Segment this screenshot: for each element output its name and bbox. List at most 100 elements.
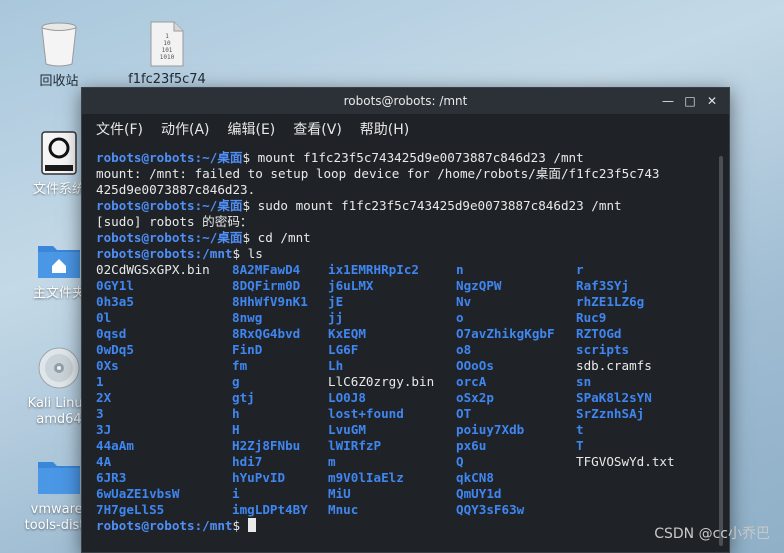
directory-entry: oSx2p — [456, 390, 494, 405]
menu-edit[interactable]: 编辑(E) — [228, 119, 276, 139]
directory-entry: H2Zj8FNbu — [232, 438, 301, 453]
directory-entry: 0h3a5 — [96, 294, 134, 309]
prompt-path: :~/桌面 — [194, 198, 243, 213]
prompt-path: :/mnt — [194, 246, 233, 261]
directory-entry: rhZE1LZ6g — [576, 294, 645, 309]
prompt-path: :/mnt — [194, 518, 233, 533]
prompt-path: :~/桌面 — [194, 230, 243, 245]
directory-entry: Raf3SYj — [576, 278, 630, 293]
prompt-user: robots@robots — [96, 198, 195, 213]
directory-entry: jj — [328, 310, 344, 325]
prompt-user: robots@robots — [96, 246, 195, 261]
directory-entry: QQY3sF63w — [456, 502, 525, 517]
prompt-user: robots@robots — [96, 518, 195, 533]
directory-entry: OT — [456, 406, 472, 421]
ls-column: 02CdWGSxGPX.bin 0GY1l 0h3a5 0l 0qsd 0wDq5 0Xs 1… — [96, 262, 210, 518]
terminal-window[interactable]: robots@robots: /mnt — □ ✕ 文件(F) 动作(A) 编辑… — [81, 87, 730, 553]
directory-entry: SrZznhSAj — [576, 406, 645, 421]
directory-entry: t — [576, 422, 584, 437]
terminal-line: robots@robots:~/桌面$ sudo mount f1fc23f5c… — [96, 198, 716, 214]
directory-entry: lost+found — [328, 406, 404, 421]
directory-entry: H — [232, 422, 240, 437]
directory-entry: h — [232, 406, 240, 421]
close-button[interactable]: ✕ — [701, 94, 723, 108]
terminal-line: robots@robots:~/桌面$ cd /mnt — [96, 230, 716, 246]
directory-entry: 8HhWfV9nK1 — [232, 294, 308, 309]
directory-entry: o8 — [456, 342, 472, 357]
directory-entry: LG6F — [328, 342, 359, 357]
directory-entry: 8RxQG4bvd — [232, 326, 301, 341]
text-cursor — [247, 518, 256, 532]
prompt-user: robots@robots — [96, 150, 195, 165]
maximize-button[interactable]: □ — [679, 94, 701, 108]
directory-entry: hdi7 — [232, 454, 263, 469]
directory-entry: m9V0lIaElz — [328, 470, 404, 485]
directory-entry: 3 — [96, 406, 104, 421]
title-bar[interactable]: robots@robots: /mnt — □ ✕ — [82, 88, 729, 114]
directory-entry: 0qsd — [96, 326, 127, 341]
directory-entry: imgLDPt4BY — [232, 502, 308, 517]
directory-entry: 7H7geLlS5 — [96, 502, 165, 517]
menu-help[interactable]: 帮助(H) — [360, 119, 409, 139]
file-entry: TFGVOSwYd.txt — [576, 454, 675, 469]
file-entry: LlC6Z0zrgy.bin — [328, 374, 435, 389]
watermark: CSDN @cc小乔巴 — [654, 526, 770, 542]
directory-entry: n — [456, 262, 464, 277]
menu-file[interactable]: 文件(F) — [96, 119, 143, 139]
svg-text:10: 10 — [163, 40, 171, 47]
ls-column: n NgzQPW Nv o O7avZhikgKgbF o8 OOoOs orcA oSx2p O… — [456, 262, 555, 518]
directory-entry: LvuGM — [328, 422, 366, 437]
home-folder-icon — [38, 246, 80, 278]
desktop-icon-file[interactable]: 1 10 101 1010 f1fc23f5c74 — [127, 20, 207, 88]
scrollbar[interactable] — [719, 156, 723, 546]
directory-entry: 3J — [96, 422, 112, 437]
directory-entry: 0GY1l — [96, 278, 134, 293]
directory-entry: 8nwg — [232, 310, 263, 325]
output-text: 425d9e0073887c846d23. — [96, 182, 256, 197]
binary-file-icon: 1 10 101 1010 — [150, 21, 184, 67]
directory-entry: fm — [232, 358, 248, 373]
directory-entry: 0Xs — [96, 358, 119, 373]
directory-entry: LO0J8 — [328, 390, 366, 405]
prompt-path: :~/桌面 — [194, 150, 243, 165]
directory-entry: ix1EMRHRpIc2 — [328, 262, 419, 277]
menu-view[interactable]: 查看(V) — [293, 119, 342, 139]
directory-entry: 6JR3 — [96, 470, 127, 485]
minimize-button[interactable]: — — [657, 94, 679, 108]
terminal-line: robots@robots:/mnt$ — [96, 518, 716, 534]
menu-bar: 文件(F) 动作(A) 编辑(E) 查看(V) 帮助(H) — [82, 114, 729, 144]
directory-entry: jE — [328, 294, 344, 309]
directory-entry: 8DQFirm0D — [232, 278, 301, 293]
svg-text:101: 101 — [162, 47, 173, 54]
directory-entry: qkCN8 — [456, 470, 494, 485]
ls-column: ix1EMRHRpIc2 j6uLMX jE jj KxEQM LG6F Lh LlC6Z0z… — [328, 262, 434, 518]
directory-entry: QmUY1d — [456, 486, 502, 501]
svg-text:1: 1 — [165, 33, 169, 40]
terminal-output[interactable]: robots@robots:~/桌面$ mount f1fc23f5c74342… — [96, 150, 716, 550]
directory-entry: hYuPvID — [232, 470, 286, 485]
terminal-line: robots@robots:/mnt$ ls — [96, 246, 716, 262]
desktop-icon-trash[interactable]: 回收站 — [19, 20, 99, 90]
window-controls: — □ ✕ — [657, 88, 723, 114]
directory-entry: m — [328, 454, 336, 469]
directory-entry: g — [232, 374, 240, 389]
directory-entry: 8A2MFawD4 — [232, 262, 301, 277]
directory-entry: orcA — [456, 374, 487, 389]
terminal-line: [sudo] robots 的密码： — [96, 214, 716, 230]
menu-actions[interactable]: 动作(A) — [161, 119, 210, 139]
directory-entry: r — [576, 262, 584, 277]
directory-entry: px6u — [456, 438, 487, 453]
output-text: mount: /mnt: failed to setup loop device… — [96, 166, 660, 181]
directory-entry: KxEQM — [328, 326, 366, 341]
file-entry: sdb.cramfs — [576, 358, 652, 373]
terminal-line: 425d9e0073887c846d23. — [96, 182, 716, 198]
command-text: $ mount f1fc23f5c743425d9e0073887c846d23… — [242, 150, 584, 165]
directory-entry: Mnuc — [328, 502, 359, 517]
directory-entry: 1 — [96, 374, 104, 389]
ls-column: r Raf3SYj rhZE1LZ6g Ruc9 RZTOGd scripts sdb.cr… — [576, 262, 675, 470]
directory-entry: Nv — [456, 294, 472, 309]
directory-entry: gtj — [232, 390, 255, 405]
directory-entry: 4A — [96, 454, 112, 469]
command-text: $ sudo mount f1fc23f5c743425d9e0073887c8… — [242, 198, 622, 213]
command-text: $ cd /mnt — [242, 230, 311, 245]
